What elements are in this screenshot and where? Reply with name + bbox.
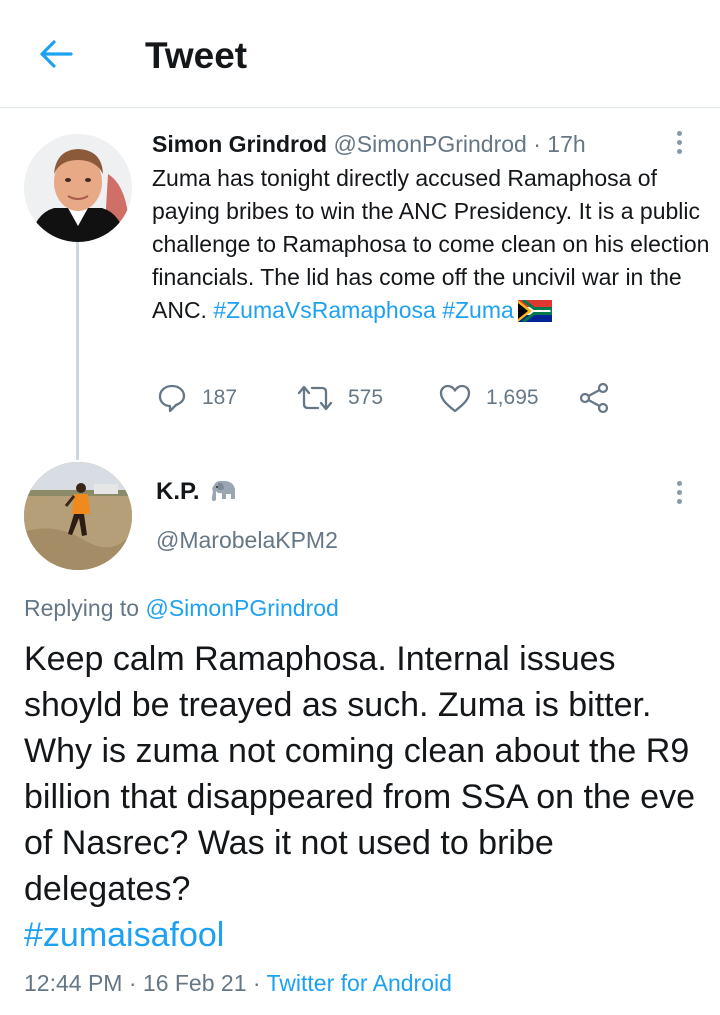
thread-connector-line: [76, 242, 79, 460]
back-arrow-icon: [40, 40, 73, 68]
tweet-source-link[interactable]: Twitter for Android: [267, 970, 452, 996]
reply-button[interactable]: 187: [156, 378, 237, 418]
share-button[interactable]: [578, 378, 610, 418]
profile-photo-icon: [24, 462, 132, 570]
more-dot-icon: [676, 148, 682, 154]
tweet-actions-bar: 187 575 1,695: [152, 378, 652, 418]
original-tweet-header: Simon Grindrod @SimonPGrindrod · 17h: [152, 128, 586, 160]
reply-author-handle[interactable]: @MarobelaKPM2: [156, 524, 338, 556]
tweet-footer-meta: 12:44 PM · 16 Feb 21 · Twitter for Andro…: [24, 966, 452, 1000]
replying-to-mention[interactable]: @SimonPGrindrod: [145, 595, 338, 621]
avatar-kp[interactable]: [24, 462, 132, 570]
hashtag-link[interactable]: #ZumaVsRamaphosa: [213, 297, 435, 323]
profile-photo-icon: [24, 134, 132, 242]
tweet-date: 16 Feb 21: [142, 970, 247, 996]
avatar-simon-grindrod[interactable]: [24, 134, 132, 242]
hashtag-link[interactable]: #zumaisafool: [24, 916, 224, 954]
reply-count: 187: [202, 386, 238, 409]
top-bar: Tweet: [0, 0, 720, 108]
reply-tweet-text: Keep calm Ramaphosa. Internal issues sho…: [24, 636, 704, 958]
reply-icon: [158, 384, 186, 413]
more-options-button[interactable]: [664, 122, 694, 162]
elephant-icon: [211, 480, 235, 501]
retweet-icon: [297, 385, 333, 411]
like-count: 1,695: [486, 386, 539, 409]
reply-body: Keep calm Ramaphosa. Internal issues sho…: [24, 640, 695, 908]
footer-separator: ·: [122, 970, 143, 996]
retweet-count: 575: [348, 386, 384, 409]
more-dot-icon: [676, 139, 682, 145]
more-dot-icon: [676, 489, 682, 495]
tweet-time-ago[interactable]: 17h: [547, 131, 585, 157]
back-button[interactable]: [36, 34, 76, 74]
share-icon: [579, 382, 609, 414]
more-dot-icon: [676, 130, 682, 136]
more-dot-icon: [676, 498, 682, 504]
original-tweet-text: Zuma has tonight directly accused Ramaph…: [152, 162, 712, 327]
author-handle[interactable]: @SimonPGrindrod: [333, 131, 526, 157]
hashtag-link[interactable]: #Zuma: [442, 297, 514, 323]
reply-author-name: K.P.: [156, 478, 200, 505]
page-title: Tweet: [145, 35, 248, 76]
like-button[interactable]: 1,695: [438, 378, 539, 418]
replying-to-label: Replying to: [24, 595, 146, 621]
tweet-time: 12:44 PM: [24, 970, 123, 996]
heart-icon: [439, 384, 471, 413]
more-dot-icon: [676, 480, 682, 486]
more-options-button[interactable]: [664, 472, 694, 512]
reply-author-name-row[interactable]: K.P.: [156, 476, 238, 508]
replying-to-line: Replying to @SimonPGrindrod: [24, 592, 339, 624]
author-name[interactable]: Simon Grindrod: [152, 131, 327, 157]
meta-separator: ·: [526, 131, 548, 157]
retweet-button[interactable]: 575: [296, 378, 383, 418]
south-africa-flag-icon: [517, 300, 552, 322]
footer-separator: ·: [246, 970, 267, 996]
